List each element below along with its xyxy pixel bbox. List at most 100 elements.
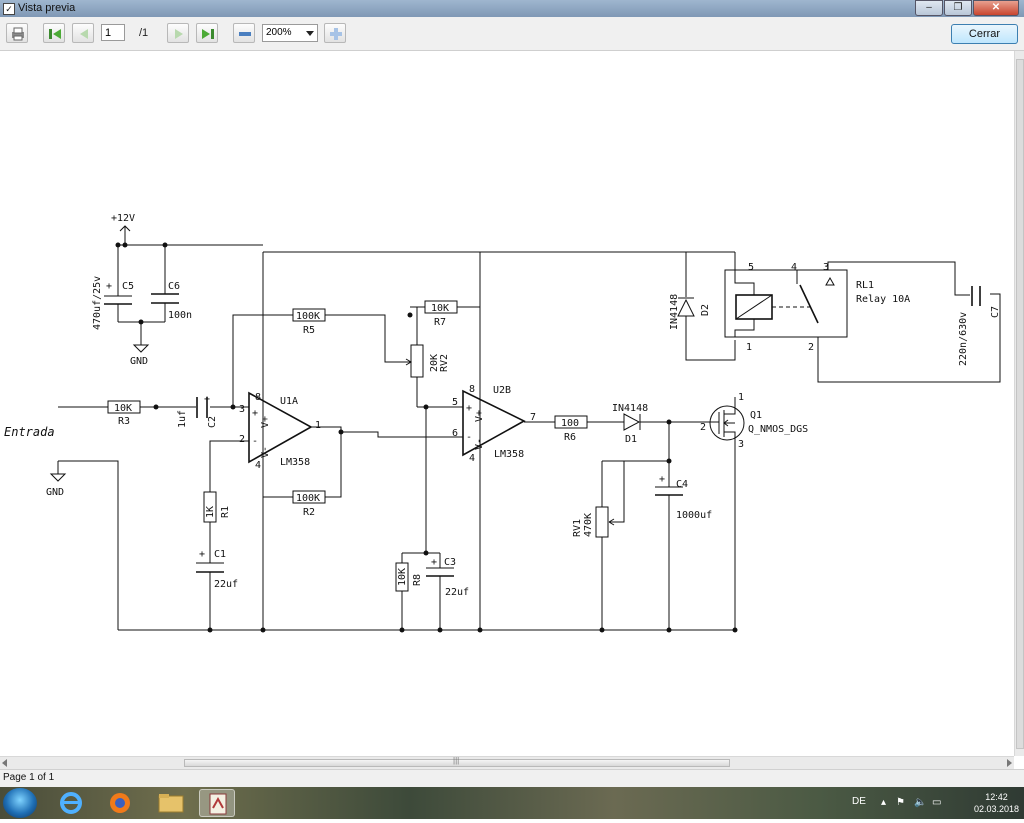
grip-icon: ||| xyxy=(453,756,460,765)
r8-value: 10K xyxy=(397,568,408,586)
language-indicator[interactable]: DE xyxy=(852,796,866,807)
u1a-pin-vm: 4 xyxy=(255,460,261,471)
q1-pin3: 3 xyxy=(738,439,744,450)
page-total: /1 xyxy=(139,27,149,39)
r6-name: R6 xyxy=(564,432,576,443)
window-controls: – ❐ ✕ xyxy=(914,0,1019,16)
r3-value: 10K xyxy=(114,403,132,414)
supply-label: +12V xyxy=(111,213,135,224)
preview-canvas: +12V + C5 470uf/25v C6 100n GND 10K R3 +… xyxy=(0,51,1014,756)
first-page-button[interactable] xyxy=(43,23,65,43)
c3-name: C3 xyxy=(444,557,456,568)
zoom-in-icon xyxy=(330,28,342,40)
u2b-part: LM358 xyxy=(494,449,524,460)
d2-name: D2 xyxy=(700,304,711,316)
vertical-scrollbar[interactable] xyxy=(1014,51,1024,756)
r5-name: R5 xyxy=(303,325,315,336)
u1a-name: U1A xyxy=(280,396,298,407)
system-tray: DE ▴ ⚑ 🔈 ▭ 12:42 02.03.2018 xyxy=(834,787,1024,819)
u1a-pin-vp: 8 xyxy=(255,392,261,403)
c5-name: C5 xyxy=(122,281,134,292)
maximize-button[interactable]: ❐ xyxy=(944,0,972,16)
schematic-app-icon xyxy=(209,793,227,815)
r1-name: R1 xyxy=(220,506,231,518)
taskbar-kicad-button[interactable] xyxy=(199,789,235,817)
taskbar-firefox-button[interactable] xyxy=(102,789,138,817)
app-check-icon: ✓ xyxy=(3,3,15,15)
zoom-out-icon xyxy=(239,32,251,36)
c4-value: 1000uf xyxy=(676,510,712,521)
zoom-select[interactable]: 200% xyxy=(262,24,318,42)
minimize-button[interactable]: – xyxy=(915,0,943,16)
start-button[interactable] xyxy=(3,788,37,818)
c5-pol: + xyxy=(106,281,112,292)
clock-date: 02.03.2018 xyxy=(974,804,1020,814)
last-page-button[interactable] xyxy=(196,23,218,43)
firefox-icon xyxy=(110,793,130,813)
gnd-input-label: GND xyxy=(46,487,64,498)
c4-name: C4 xyxy=(676,479,688,490)
next-page-button[interactable] xyxy=(167,23,189,43)
d2-value: IN4148 xyxy=(669,294,680,330)
c1-name: C1 xyxy=(214,549,226,560)
volume-icon[interactable]: 🔈 xyxy=(914,797,926,808)
c4-pol: + xyxy=(659,474,665,485)
c2-pol: + xyxy=(204,394,210,405)
scroll-right-icon[interactable] xyxy=(1007,759,1012,767)
r6-value: 100 xyxy=(561,418,579,429)
c6-value: 100n xyxy=(168,310,192,321)
next-page-icon xyxy=(175,29,183,39)
print-button[interactable] xyxy=(6,23,28,43)
folder-icon xyxy=(158,794,184,813)
network-icon[interactable]: ▭ xyxy=(932,797,941,808)
zoom-out-button[interactable] xyxy=(233,23,255,43)
u2b-pin-out: 7 xyxy=(530,412,536,423)
r2-value: 100K xyxy=(296,493,320,504)
scroll-left-icon[interactable] xyxy=(2,759,7,767)
c3-pol: + xyxy=(431,557,437,568)
q1-pin2: 2 xyxy=(700,422,706,433)
u1a-pin-minus: 2 xyxy=(239,434,245,445)
rl1-pin5: 5 xyxy=(748,262,754,273)
c1-pol: + xyxy=(199,549,205,560)
vertical-scroll-thumb[interactable] xyxy=(1016,59,1024,749)
r7-name: R7 xyxy=(434,317,446,328)
horizontal-scrollbar[interactable]: ||| xyxy=(0,756,1014,769)
rl1-name: RL1 xyxy=(856,280,874,291)
prev-page-button[interactable] xyxy=(72,23,94,43)
r1-value: 1K xyxy=(205,506,216,518)
zoom-value: 200% xyxy=(266,27,292,38)
taskbar-explorer-button[interactable] xyxy=(153,789,189,817)
input-label: Entrada xyxy=(4,425,55,439)
u2b-name: U2B xyxy=(493,385,511,396)
show-hidden-icons-icon[interactable]: ▴ xyxy=(881,797,886,808)
flag-icon[interactable]: ⚑ xyxy=(896,797,905,808)
c5-value: 470uf/25v xyxy=(92,276,103,330)
first-page-icon xyxy=(49,29,61,39)
u1a-vp: V+ xyxy=(260,416,271,428)
c2-value: 1uf xyxy=(177,410,188,428)
rv2-name: RV2 xyxy=(439,354,450,372)
q1-name: Q1 xyxy=(750,410,762,421)
status-text: Page 1 of 1 xyxy=(3,772,55,783)
clock[interactable]: 12:42 02.03.2018 xyxy=(974,791,1019,815)
c3-value: 22uf xyxy=(445,587,469,598)
title-bar: ✓ Vista previa – ❐ ✕ xyxy=(0,0,1024,17)
u2b-pin-plus: 5 xyxy=(452,397,458,408)
r8-name: R8 xyxy=(412,574,423,586)
zoom-in-button[interactable] xyxy=(324,23,346,43)
close-button[interactable]: Cerrar xyxy=(951,24,1018,44)
taskbar-ie-button[interactable] xyxy=(53,789,89,817)
page-number-input[interactable]: 1 xyxy=(101,24,125,41)
last-page-icon xyxy=(202,29,214,39)
u2b-pin-minus: 6 xyxy=(452,428,458,439)
close-window-button[interactable]: ✕ xyxy=(973,0,1019,16)
u1a-pin-plus: 3 xyxy=(239,404,245,415)
u2b-minus: - xyxy=(466,432,472,443)
prev-page-icon xyxy=(80,29,88,39)
clock-time: 12:42 xyxy=(985,792,1008,802)
rl1-pin3: 3 xyxy=(823,262,829,273)
u1a-pin-out: 1 xyxy=(315,420,321,431)
print-icon xyxy=(12,27,24,41)
chevron-down-icon xyxy=(306,31,314,36)
